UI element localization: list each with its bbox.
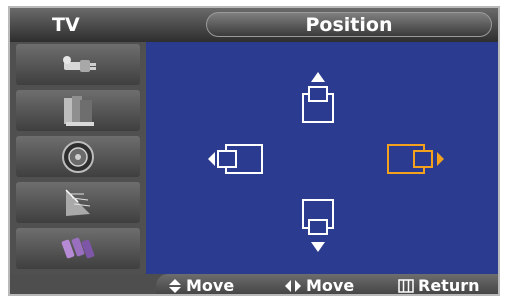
move-right-button[interactable] <box>384 142 448 180</box>
help-pill: Move Move Return <box>156 274 498 295</box>
move-down-button[interactable] <box>298 196 338 260</box>
picture-panels-icon <box>64 95 94 126</box>
sidebar-item-setup[interactable] <box>16 228 140 269</box>
sidebar-item-input[interactable] <box>16 44 140 85</box>
up-down-arrow-icon <box>169 278 181 293</box>
hint-return: Return <box>398 276 480 295</box>
left-right-arrow-icon <box>285 279 301 292</box>
menu-return-icon <box>398 278 414 293</box>
hint-return-label: Return <box>418 276 480 295</box>
move-up-icon <box>302 72 334 123</box>
title-bar: TV Position <box>10 8 498 42</box>
move-right-icon <box>387 144 444 174</box>
sidebar <box>10 42 146 274</box>
tv-osd-screen: TV Position Move Move Return <box>0 0 509 301</box>
move-down-icon <box>302 199 334 252</box>
hint-move-horizontal: Move <box>284 276 355 295</box>
input-plug-icon <box>63 55 96 72</box>
menu-title: Position <box>305 14 393 36</box>
sound-speaker-icon <box>62 140 94 173</box>
osd-frame: TV Position Move Move Return <box>8 6 500 296</box>
hint-move-vertical: Move <box>168 276 235 295</box>
position-panel <box>146 42 498 274</box>
sidebar-item-channel[interactable] <box>16 182 140 223</box>
move-left-icon <box>208 144 263 174</box>
hint-move-vertical-label: Move <box>186 276 235 295</box>
sidebar-item-sound[interactable] <box>16 136 140 177</box>
setup-connectors-icon <box>61 237 95 258</box>
channel-antenna-icon <box>65 188 91 216</box>
help-bar: Move Move Return <box>10 274 498 295</box>
hint-move-horizontal-label: Move <box>306 276 355 295</box>
move-up-button[interactable] <box>298 70 338 130</box>
tv-label: TV <box>52 14 80 36</box>
sidebar-item-picture[interactable] <box>16 90 140 131</box>
move-left-button[interactable] <box>204 142 268 180</box>
title-pill: Position <box>206 12 492 37</box>
